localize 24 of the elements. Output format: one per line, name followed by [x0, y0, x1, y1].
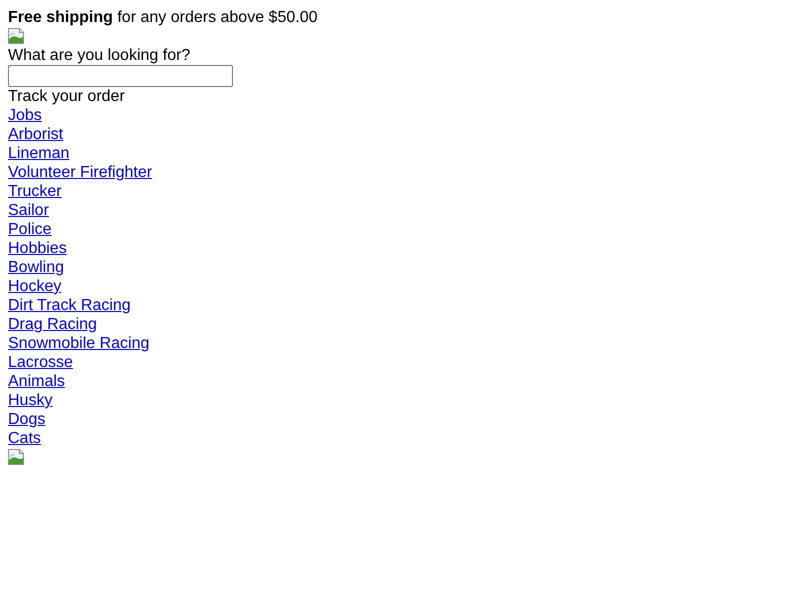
search-field[interactable]: [8, 65, 233, 87]
category-link[interactable]: Hobbies: [8, 240, 67, 257]
broken-image-icon: [8, 28, 24, 44]
category-link[interactable]: Animals: [8, 373, 65, 390]
category-link[interactable]: Trucker: [8, 183, 62, 200]
category-link[interactable]: Arborist: [8, 126, 64, 143]
category-link[interactable]: Dirt Track Racing: [8, 297, 131, 314]
category-link[interactable]: Jobs: [8, 107, 42, 124]
category-link[interactable]: Dogs: [8, 411, 46, 428]
search-label: What are you looking for?: [8, 46, 190, 65]
category-link[interactable]: Drag Racing: [8, 316, 97, 333]
category-link[interactable]: Lineman: [8, 145, 70, 162]
category-link[interactable]: Sailor: [8, 202, 49, 219]
category-link[interactable]: Bowling: [8, 259, 64, 276]
broken-image-icon: [8, 449, 24, 465]
category-link[interactable]: Husky: [8, 392, 52, 409]
shipping-text: Free shipping for any orders above $50.00: [8, 8, 318, 27]
category-link[interactable]: Volunteer Firefighter: [8, 164, 152, 181]
track-order-text: Track your order: [8, 87, 125, 106]
category-link[interactable]: Snowmobile Racing: [8, 335, 150, 352]
category-link[interactable]: Lacrosse: [8, 354, 73, 371]
category-link[interactable]: Cats: [8, 430, 41, 447]
category-link[interactable]: Hockey: [8, 278, 62, 295]
category-link[interactable]: Police: [8, 221, 52, 238]
